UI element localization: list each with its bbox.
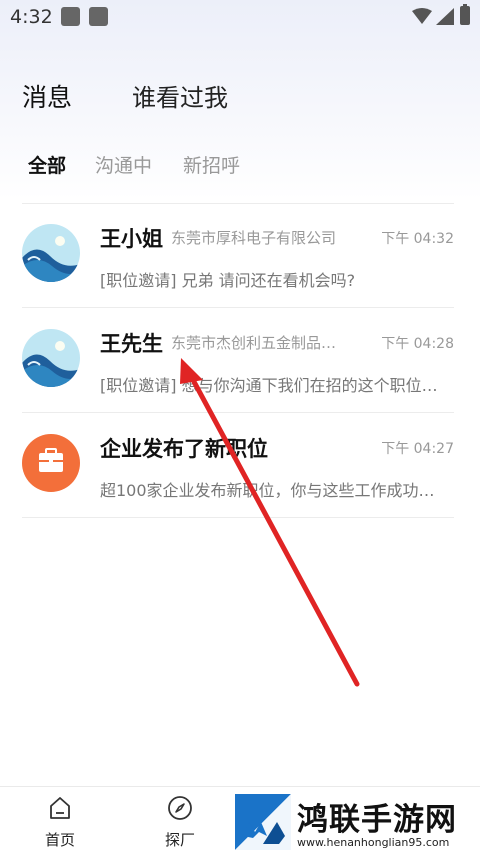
company-announcement-avatar xyxy=(22,434,80,492)
nav-discover-label: 探厂 xyxy=(164,831,195,849)
company-name: 东莞市杰创利五金制品… xyxy=(171,334,337,352)
filter-tab-communicating[interactable]: 沟通中 xyxy=(95,151,152,178)
notification-icon xyxy=(89,7,108,26)
message-time: 下午 04:27 xyxy=(381,441,454,457)
avatar xyxy=(22,329,80,387)
nav-home-label: 首页 xyxy=(44,831,75,849)
tab-who-viewed-me[interactable]: 谁看过我 xyxy=(132,78,228,113)
tab-messages[interactable]: 消息 xyxy=(22,78,72,114)
message-preview: 超100家企业发布新职位，你与这些工作成功… xyxy=(100,481,435,500)
message-time: 下午 04:32 xyxy=(381,231,454,247)
contact-name: 王小姐 xyxy=(100,227,163,251)
message-row[interactable]: 企业发布了新职位 下午 04:27 超100家企业发布新职位，你与这些工作成功… xyxy=(0,413,480,517)
notification-icon xyxy=(61,7,80,26)
watermark-logo xyxy=(235,794,291,850)
message-time: 下午 04:28 xyxy=(381,336,454,352)
watermark: 鸿联手游网 www.henanhonglian95.com xyxy=(233,792,480,853)
signal-icon xyxy=(436,8,454,25)
battery-icon xyxy=(460,4,470,25)
watermark-url: www.henanhonglian95.com xyxy=(297,836,450,849)
divider xyxy=(22,517,454,518)
message-row[interactable]: 王先生 东莞市杰创利五金制品… 下午 04:28 [职位邀请] 想与你沟通下我们… xyxy=(0,308,480,412)
message-preview: [职位邀请] 想与你沟通下我们在招的这个职位… xyxy=(100,376,438,395)
briefcase-icon xyxy=(39,448,63,472)
filter-tab-new-greetings[interactable]: 新招呼 xyxy=(183,151,240,178)
company-name: 东莞市厚科电子有限公司 xyxy=(171,229,337,247)
nav-home[interactable]: 首页 xyxy=(30,787,90,854)
announcement-title: 企业发布了新职位 xyxy=(100,437,268,461)
compass-icon xyxy=(168,796,192,820)
filter-tab-all[interactable]: 全部 xyxy=(28,151,66,178)
nav-discover-factory[interactable]: 探厂 xyxy=(150,787,210,854)
contact-name: 王先生 xyxy=(100,332,163,356)
home-icon xyxy=(50,797,70,819)
wifi-icon xyxy=(412,8,432,24)
avatar xyxy=(22,224,80,282)
message-row[interactable]: 王小姐 东莞市厚科电子有限公司 下午 04:32 [职位邀请] 兄弟 请问还在看… xyxy=(0,203,480,307)
status-time: 4:32 xyxy=(10,6,53,28)
watermark-text: 鸿联手游网 xyxy=(297,802,457,838)
status-bar: 4:32 xyxy=(0,0,480,34)
message-preview: [职位邀请] 兄弟 请问还在看机会吗? xyxy=(100,271,356,290)
